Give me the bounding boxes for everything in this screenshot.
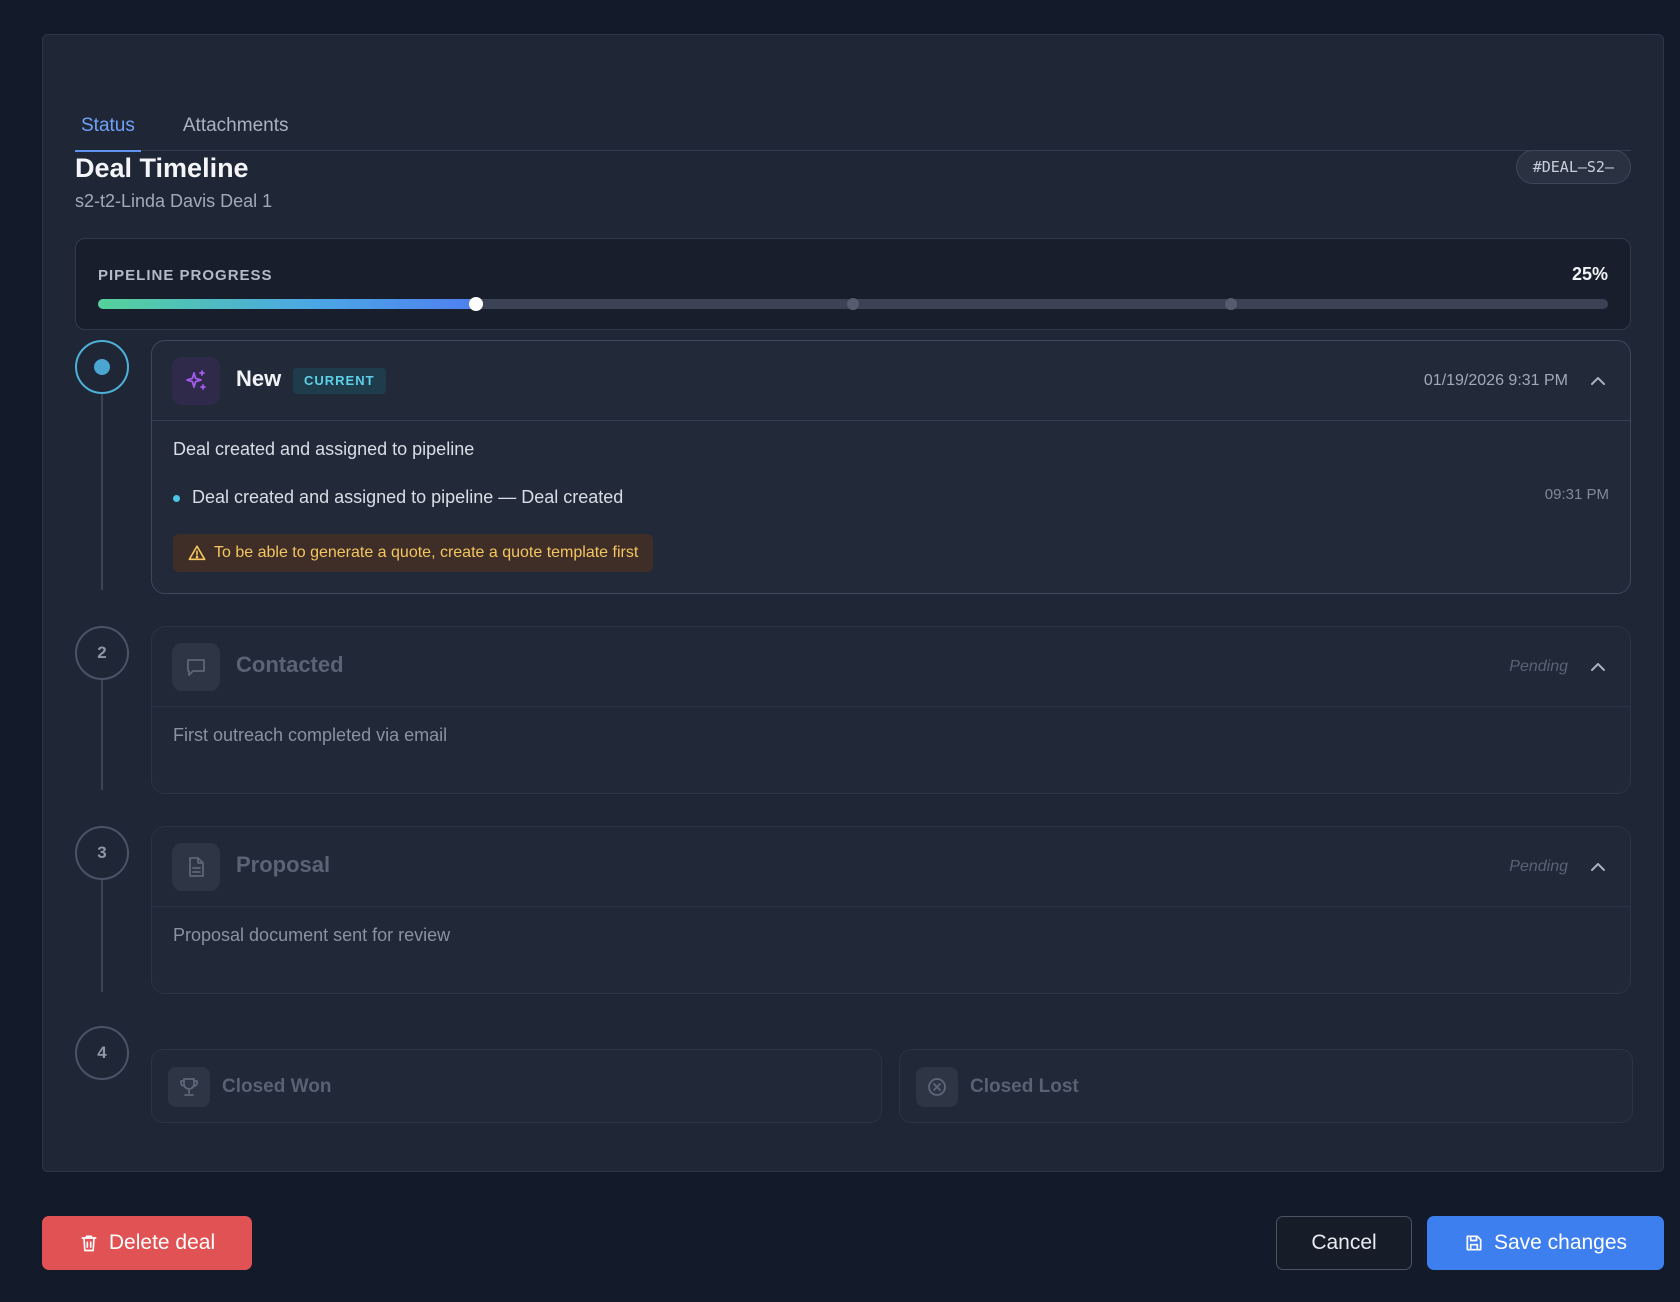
- save-changes-button[interactable]: Save changes: [1427, 1216, 1664, 1270]
- timeline-connector: [101, 680, 103, 790]
- save-icon: [1466, 1235, 1482, 1251]
- stage-status: Pending: [1509, 658, 1568, 675]
- stage-node-contacted: 2: [75, 626, 129, 680]
- warning-text: To be able to generate a quote, create a…: [214, 544, 639, 561]
- stage-header[interactable]: Proposal Pending: [152, 827, 1630, 907]
- stage-description: Proposal document sent for review: [173, 925, 451, 945]
- cancel-button[interactable]: Cancel: [1276, 1216, 1412, 1270]
- timeline-connector: [101, 394, 103, 590]
- stage-node-new: [75, 340, 129, 394]
- stage-status: Pending: [1509, 858, 1568, 875]
- stage-number: 4: [97, 1043, 107, 1062]
- history-event: Deal created and assigned to pipeline — …: [173, 486, 1609, 510]
- stage-card-new: New CURRENT 01/19/2026 9:31 PM Deal crea…: [151, 340, 1631, 594]
- event-dot: [173, 495, 180, 502]
- sparkles-icon: [172, 357, 220, 405]
- stage-number: 2: [97, 643, 107, 662]
- progress-stage-marker: [468, 297, 483, 311]
- delete-deal-button[interactable]: Delete deal: [42, 1216, 252, 1270]
- message-icon: [172, 643, 220, 691]
- trash-icon: [81, 1235, 97, 1252]
- progress-track: [98, 297, 1608, 311]
- stage-number: 3: [97, 843, 107, 862]
- progress-percent: 25%: [1571, 264, 1608, 284]
- deal-dialog-panel: Status Attachments Deal Timeline s2-t2-L…: [42, 34, 1664, 1172]
- save-label: Save changes: [1493, 1231, 1628, 1254]
- page-title: Deal Timeline: [75, 153, 249, 183]
- stage-description: First outreach completed via email: [173, 725, 448, 745]
- pipeline-progress: PIPELINE PROGRESS 25%: [75, 238, 1631, 330]
- tab-attachments[interactable]: Attachments: [177, 77, 295, 151]
- chevron-up-icon[interactable]: [1588, 857, 1608, 877]
- progress-fill: [98, 299, 476, 309]
- tab-status[interactable]: Status: [75, 77, 141, 152]
- delete-label: Delete deal: [108, 1231, 216, 1254]
- document-icon: [172, 843, 220, 891]
- closed-lost-option[interactable]: Closed Lost: [899, 1049, 1633, 1123]
- stage-header[interactable]: Contacted Pending: [152, 627, 1630, 707]
- stage-name: Proposal: [236, 852, 331, 877]
- cancel-label: Cancel: [1311, 1231, 1377, 1254]
- warning-icon: [188, 545, 206, 561]
- closed-lost-label: Closed Lost: [970, 1076, 1079, 1097]
- stage-description: Deal created and assigned to pipeline: [173, 439, 475, 459]
- progress-label: PIPELINE PROGRESS: [98, 267, 273, 284]
- stage-header[interactable]: New CURRENT 01/19/2026 9:31 PM: [152, 341, 1630, 421]
- chevron-up-icon[interactable]: [1588, 657, 1608, 677]
- progress-stage-marker: [847, 298, 859, 310]
- trophy-icon: [168, 1067, 210, 1107]
- timeline-connector: [101, 880, 103, 992]
- current-stage-dot: [94, 359, 110, 375]
- closed-won-label: Closed Won: [222, 1076, 332, 1097]
- event-time: 09:31 PM: [1544, 486, 1609, 503]
- quote-warning: To be able to generate a quote, create a…: [173, 534, 654, 572]
- stage-name: Contacted: [236, 652, 344, 677]
- chevron-up-icon[interactable]: [1588, 371, 1608, 391]
- stage-date: 01/19/2026 9:31 PM: [1423, 372, 1568, 389]
- tab-bar: Status Attachments: [75, 77, 1631, 152]
- x-circle-icon: [916, 1067, 958, 1107]
- current-badge: CURRENT: [293, 368, 386, 394]
- stage-card-contacted: Contacted Pending First outreach complet…: [151, 626, 1631, 794]
- stage-node-proposal: 3: [75, 826, 129, 880]
- deal-subtitle: s2-t2-Linda Davis Deal 1: [75, 191, 273, 211]
- stage-node-closed: 4: [75, 1026, 129, 1080]
- stage-card-proposal: Proposal Pending Proposal document sent …: [151, 826, 1631, 994]
- stage-name: New: [236, 366, 282, 391]
- event-text: Deal created and assigned to pipeline — …: [192, 487, 624, 507]
- progress-stage-marker: [1224, 298, 1237, 310]
- closed-won-option[interactable]: Closed Won: [151, 1049, 882, 1123]
- deal-id-badge: #DEAL–S2–: [1515, 150, 1631, 184]
